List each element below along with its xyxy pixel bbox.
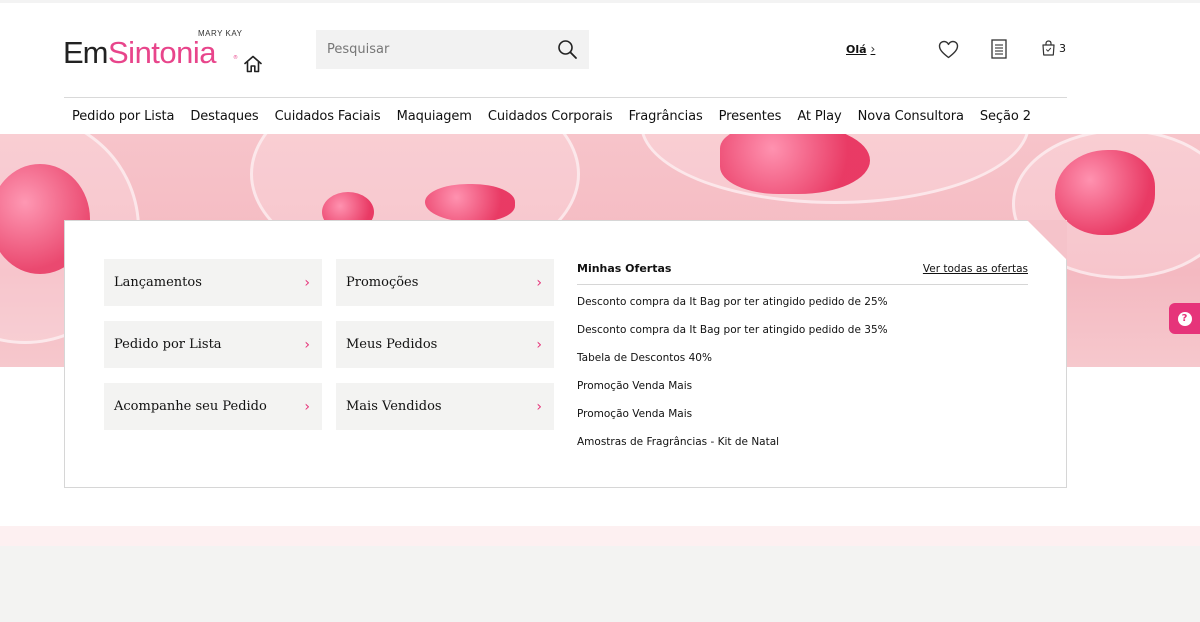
chevron-right-icon: › xyxy=(536,398,542,415)
quick-link-pedido-por-lista[interactable]: Pedido por Lista › xyxy=(104,321,322,368)
search-icon[interactable] xyxy=(557,39,578,60)
nav-item-pedido-por-lista[interactable]: Pedido por Lista xyxy=(64,109,182,124)
quick-access-card: Lançamentos › Promoções › Pedido por Lis… xyxy=(64,220,1067,488)
search-input[interactable] xyxy=(316,30,546,69)
offers-panel: Minhas Ofertas Ver todas as ofertas Desc… xyxy=(577,259,1028,456)
nav-item-presentes[interactable]: Presentes xyxy=(711,109,790,124)
nav-item-nova-consultora[interactable]: Nova Consultora xyxy=(850,109,972,124)
see-all-offers-link[interactable]: Ver todas as ofertas xyxy=(923,263,1028,275)
footer-top-band xyxy=(0,526,1200,546)
nav-item-destaques[interactable]: Destaques xyxy=(182,109,266,124)
quick-link-mais-vendidos[interactable]: Mais Vendidos › xyxy=(336,383,554,430)
order-list-icon[interactable] xyxy=(991,39,1007,59)
offer-item[interactable]: Amostras de Fragrâncias - Kit de Natal xyxy=(577,428,1028,456)
chevron-right-icon: › xyxy=(536,336,542,353)
shopping-bag-icon xyxy=(1042,40,1055,56)
top-strip xyxy=(0,0,1200,3)
offer-item[interactable]: Desconto compra da It Bag por ter atingi… xyxy=(577,316,1028,344)
gel-blob-decoration xyxy=(1055,150,1155,235)
chevron-right-icon: › xyxy=(304,398,310,415)
bag-count: 3 xyxy=(1059,41,1066,55)
nav-item-cuidados-corporais[interactable]: Cuidados Corporais xyxy=(480,109,621,124)
chevron-right-icon: › xyxy=(870,42,876,56)
offers-header: Minhas Ofertas Ver todas as ofertas xyxy=(577,259,1028,285)
quick-link-label: Meus Pedidos xyxy=(346,337,438,352)
footer-area xyxy=(0,546,1200,622)
shopping-bag-button[interactable]: 3 xyxy=(1042,40,1066,56)
home-icon[interactable] xyxy=(243,54,263,74)
quick-link-acompanhe-seu-pedido[interactable]: Acompanhe seu Pedido › xyxy=(104,383,322,430)
quick-link-label: Promoções xyxy=(346,275,419,290)
nav-item-cuidados-faciais[interactable]: Cuidados Faciais xyxy=(267,109,389,124)
quick-link-lancamentos[interactable]: Lançamentos › xyxy=(104,259,322,306)
heart-icon[interactable] xyxy=(938,40,959,59)
quick-link-meus-pedidos[interactable]: Meus Pedidos › xyxy=(336,321,554,368)
help-button[interactable]: ? xyxy=(1169,303,1200,334)
offer-item[interactable]: Promoção Venda Mais xyxy=(577,372,1028,400)
quick-link-promocoes[interactable]: Promoções › xyxy=(336,259,554,306)
quick-link-label: Mais Vendidos xyxy=(346,399,442,414)
offer-item[interactable]: Desconto compra da It Bag por ter atingi… xyxy=(577,288,1028,316)
logo-em: Em xyxy=(63,35,108,70)
em-sintonia-logo[interactable]: MARY KAY Em Sintonia ® xyxy=(63,29,243,77)
nav-item-maquiagem[interactable]: Maquiagem xyxy=(389,109,480,124)
offers-list: Desconto compra da It Bag por ter atingi… xyxy=(577,288,1028,456)
offer-item[interactable]: Promoção Venda Mais xyxy=(577,400,1028,428)
chevron-right-icon: › xyxy=(304,336,310,353)
offer-item[interactable]: Tabela de Descontos 40% xyxy=(577,344,1028,372)
nav-item-at-play[interactable]: At Play xyxy=(789,109,849,124)
account-greeting-link[interactable]: Olá › xyxy=(846,42,875,56)
quick-link-label: Lançamentos xyxy=(114,275,202,290)
quick-link-label: Pedido por Lista xyxy=(114,337,222,352)
logo-sintonia: Sintonia xyxy=(108,35,217,70)
search-bar xyxy=(316,30,589,69)
quick-link-label: Acompanhe seu Pedido xyxy=(114,399,267,414)
card-corner-fold xyxy=(1027,220,1067,260)
main-nav: Pedido por Lista Destaques Cuidados Faci… xyxy=(64,98,1039,134)
nav-item-secao-2[interactable]: Seção 2 xyxy=(972,109,1039,124)
nav-item-fragrancias[interactable]: Fragrâncias xyxy=(621,109,711,124)
chevron-right-icon: › xyxy=(536,274,542,291)
help-icon: ? xyxy=(1177,311,1192,326)
chevron-right-icon: › xyxy=(304,274,310,291)
greeting-label: Olá xyxy=(846,42,867,56)
gel-blob-decoration xyxy=(425,184,515,222)
offers-title: Minhas Ofertas xyxy=(577,262,672,275)
logo-trademark: ® xyxy=(233,55,238,61)
